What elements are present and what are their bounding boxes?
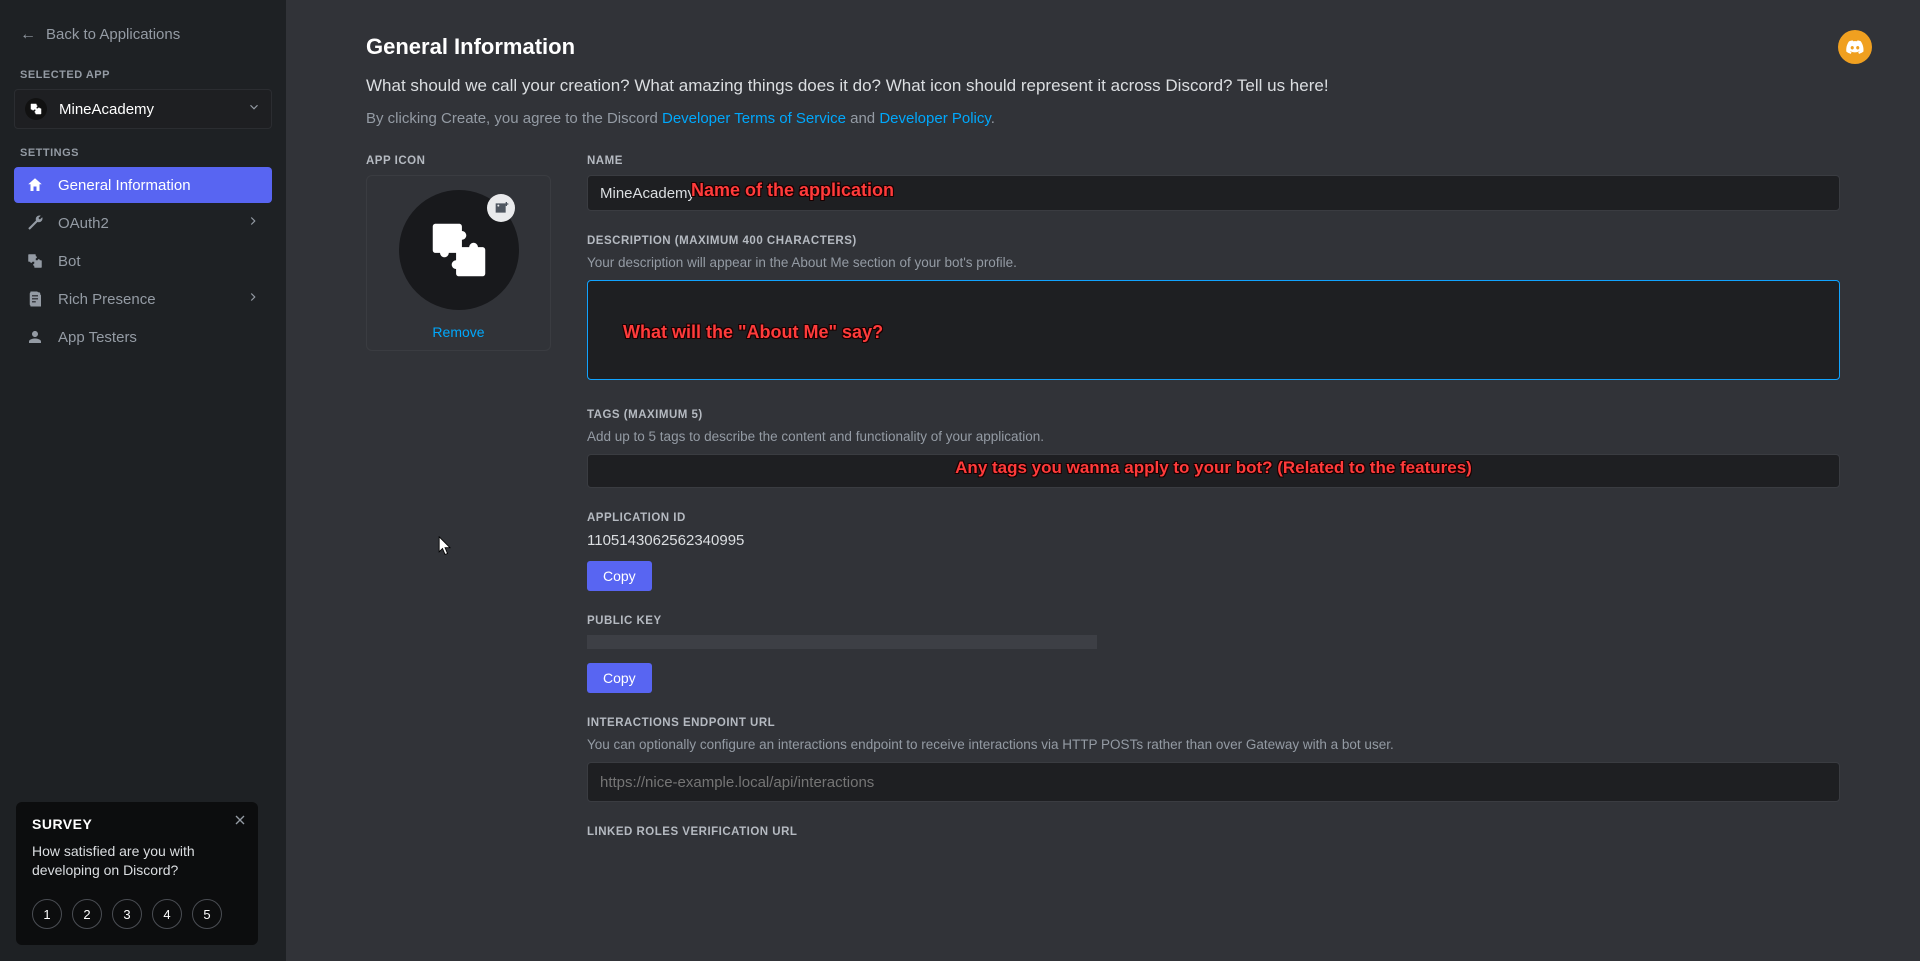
tos-mid: and	[846, 110, 879, 127]
page-title: General Information	[366, 34, 1840, 60]
nav-item-label: App Testers	[58, 329, 137, 346]
app-icon-label: APP ICON	[366, 155, 551, 167]
nav-item-label: General Information	[58, 177, 191, 194]
copy-application-id-button[interactable]: Copy	[587, 561, 652, 591]
app-icon-preview[interactable]	[399, 190, 519, 310]
application-id-value: 1105143062562340995	[587, 532, 1840, 549]
linked-roles-label: LINKED ROLES VERIFICATION URL	[587, 826, 1840, 838]
description-input[interactable]	[587, 280, 1840, 380]
settings-nav: General Information OAuth2 Bot	[14, 167, 272, 355]
description-label: DESCRIPTION (MAXIMUM 400 CHARACTERS)	[587, 235, 1840, 247]
discord-logo-icon[interactable]	[1838, 30, 1872, 64]
nav-oauth2[interactable]: OAuth2	[14, 205, 272, 241]
nav-app-testers[interactable]: App Testers	[14, 319, 272, 355]
tos-link[interactable]: Developer Terms of Service	[662, 110, 846, 127]
tags-help: Add up to 5 tags to describe the content…	[587, 429, 1840, 444]
name-input[interactable]	[587, 175, 1840, 211]
survey-rating-2[interactable]: 2	[72, 899, 102, 929]
chevron-right-icon	[246, 214, 260, 232]
nav-general-information[interactable]: General Information	[14, 167, 272, 203]
tags-label: TAGS (MAXIMUM 5)	[587, 409, 1840, 421]
copy-public-key-button[interactable]: Copy	[587, 663, 652, 693]
chevron-down-icon	[247, 100, 261, 119]
remove-icon-link[interactable]: Remove	[432, 324, 484, 340]
survey-title: SURVEY	[32, 816, 242, 832]
public-key-label: PUBLIC KEY	[587, 615, 1840, 627]
settings-section-label: SETTINGS	[20, 147, 272, 159]
close-icon[interactable]	[232, 812, 248, 833]
survey-scale: 1 2 3 4 5	[32, 899, 242, 929]
nav-rich-presence[interactable]: Rich Presence	[14, 281, 272, 317]
name-label: NAME	[587, 155, 1840, 167]
public-key-value-redacted	[587, 635, 1097, 649]
survey-rating-4[interactable]: 4	[152, 899, 182, 929]
puzzle-icon	[26, 252, 44, 270]
interactions-endpoint-input[interactable]	[587, 762, 1840, 802]
puzzle-icon	[25, 98, 47, 120]
app-icon-card: Remove	[366, 175, 551, 351]
people-icon	[26, 328, 44, 346]
survey-rating-1[interactable]: 1	[32, 899, 62, 929]
nav-item-label: Bot	[58, 253, 81, 270]
nav-bot[interactable]: Bot	[14, 243, 272, 279]
tos-suffix: .	[991, 110, 995, 127]
selected-app-name: MineAcademy	[59, 101, 235, 118]
intro-text: What should we call your creation? What …	[366, 76, 1840, 96]
wrench-icon	[26, 214, 44, 232]
nav-item-label: Rich Presence	[58, 291, 156, 308]
app-selector-dropdown[interactable]: MineAcademy	[14, 89, 272, 129]
survey-rating-5[interactable]: 5	[192, 899, 222, 929]
selected-app-section-label: SELECTED APP	[20, 69, 272, 81]
document-icon	[26, 290, 44, 308]
upload-image-icon[interactable]	[487, 194, 515, 222]
interactions-help: You can optionally configure an interact…	[587, 737, 1840, 752]
arrow-left-icon: ←	[20, 27, 36, 43]
back-link-label: Back to Applications	[46, 26, 180, 43]
survey-rating-3[interactable]: 3	[112, 899, 142, 929]
home-icon	[26, 176, 44, 194]
sidebar: ← Back to Applications SELECTED APP Mine…	[0, 0, 286, 961]
policy-link[interactable]: Developer Policy	[879, 110, 990, 127]
tags-input[interactable]	[587, 454, 1840, 488]
survey-popup: SURVEY How satisfied are you with develo…	[16, 802, 258, 945]
back-to-applications-link[interactable]: ← Back to Applications	[14, 18, 272, 51]
nav-item-label: OAuth2	[58, 215, 109, 232]
tos-prefix: By clicking Create, you agree to the Dis…	[366, 110, 662, 127]
survey-text: How satisfied are you with developing on…	[32, 842, 242, 881]
interactions-label: INTERACTIONS ENDPOINT URL	[587, 717, 1840, 729]
description-help: Your description will appear in the Abou…	[587, 255, 1840, 270]
tos-text: By clicking Create, you agree to the Dis…	[366, 110, 1840, 127]
main-content: General Information What should we call …	[286, 0, 1920, 961]
application-id-label: APPLICATION ID	[587, 512, 1840, 524]
chevron-right-icon	[246, 290, 260, 308]
